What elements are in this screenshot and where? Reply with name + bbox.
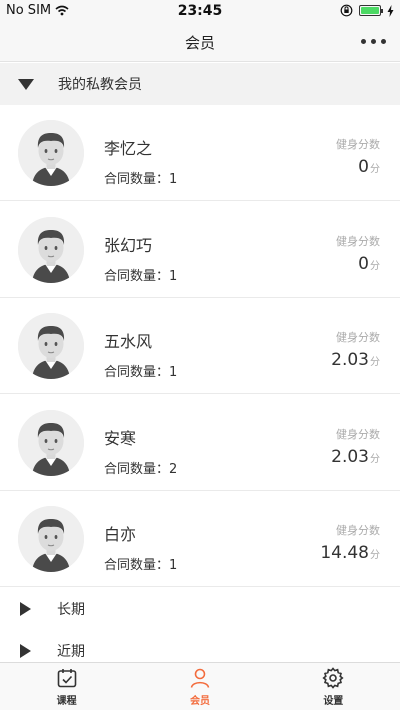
score-wrap: 2.03分 [331, 447, 380, 467]
avatar-placeholder-icon [18, 120, 84, 186]
triangle-right-icon [20, 602, 31, 616]
status-right [340, 4, 394, 17]
score-unit: 分 [370, 164, 380, 175]
fitness-score: 2.03 [331, 350, 369, 371]
user-icon [190, 668, 210, 688]
score-wrap: 14.48分 [320, 543, 380, 563]
section-label: 我的私教会员 [58, 77, 142, 93]
contract-count: 合同数量：2 [104, 461, 178, 477]
page-title: 会员 [184, 34, 215, 52]
nav-bar: 会员 [0, 22, 400, 62]
gear-icon [322, 667, 344, 689]
fitness-score: 0 [358, 157, 369, 177]
fitness-score: 14.48 [320, 543, 369, 564]
more-dot-icon [381, 39, 386, 44]
tab-label: 课程 [56, 696, 77, 707]
score-unit: 分 [370, 453, 380, 465]
member-name: 五水风 [104, 332, 153, 352]
member-name: 张幻巧 [104, 235, 153, 255]
section-label: 近期 [57, 644, 85, 660]
avatar [18, 120, 84, 186]
contract-count: 合同数量：1 [104, 172, 178, 187]
triangle-right-icon [20, 644, 31, 658]
avatar [18, 216, 84, 283]
fitness-score: 2.03 [331, 446, 369, 467]
contract-count: 合同数量：1 [104, 558, 178, 574]
score-wrap: 0分 [358, 157, 380, 177]
calendar-check-icon [57, 669, 76, 688]
avatar [18, 313, 84, 380]
charging-bolt-icon [387, 4, 394, 17]
fitness-score: 0 [358, 253, 369, 274]
score-label: 健身分数 [336, 331, 380, 345]
member-name: 安寒 [104, 428, 137, 448]
avatar [18, 409, 84, 476]
tab-bar: 课程 会员 设置 [0, 662, 400, 710]
tab-label: 会员 [189, 696, 210, 707]
avatar-placeholder-icon [18, 506, 84, 573]
score-unit: 分 [370, 550, 380, 562]
section-private-members[interactable]: 我的私教会员 [0, 63, 400, 105]
member-row[interactable]: 安寒 合同数量：2 健身分数 2.03分 [0, 394, 400, 491]
score-label: 健身分数 [336, 524, 380, 538]
member-row[interactable]: 李忆之 合同数量：1 健身分数 0分 [0, 105, 400, 201]
score-label: 健身分数 [336, 427, 380, 441]
avatar-placeholder-icon [18, 409, 84, 476]
tab-members[interactable]: 会员 [133, 663, 266, 710]
more-dot-icon [361, 39, 366, 44]
more-button[interactable] [361, 39, 386, 44]
score-unit: 分 [370, 357, 380, 369]
score-wrap: 0分 [358, 254, 380, 274]
member-row[interactable]: 五水风 合同数量：1 健身分数 2.03分 [0, 298, 400, 395]
member-row[interactable]: 张幻巧 合同数量：1 健身分数 0分 [0, 201, 400, 298]
status-bar: No SIM 23:45 [0, 0, 400, 22]
tab-courses[interactable]: 课程 [0, 663, 133, 710]
avatar-placeholder-icon [18, 216, 84, 283]
score-wrap: 2.03分 [331, 350, 380, 370]
contract-count: 合同数量：1 [104, 268, 178, 284]
avatar [18, 506, 84, 573]
contract-count: 合同数量：1 [104, 365, 178, 381]
member-row[interactable]: 白亦 合同数量：1 健身分数 14.48分 [0, 491, 400, 588]
orientation-lock-icon [340, 4, 353, 17]
score-unit: 分 [370, 260, 380, 272]
tab-settings[interactable]: 设置 [267, 663, 400, 710]
section-long-term[interactable]: 长期 [0, 588, 400, 630]
score-label: 健身分数 [336, 234, 380, 248]
score-label: 健身分数 [336, 138, 380, 151]
tab-label: 设置 [323, 696, 344, 707]
more-dot-icon [371, 39, 376, 44]
member-name: 李忆之 [104, 139, 153, 158]
section-label: 长期 [57, 602, 85, 618]
battery-icon [359, 5, 383, 16]
member-name: 白亦 [104, 525, 137, 545]
avatar-placeholder-icon [18, 313, 84, 380]
triangle-down-icon [18, 78, 34, 90]
